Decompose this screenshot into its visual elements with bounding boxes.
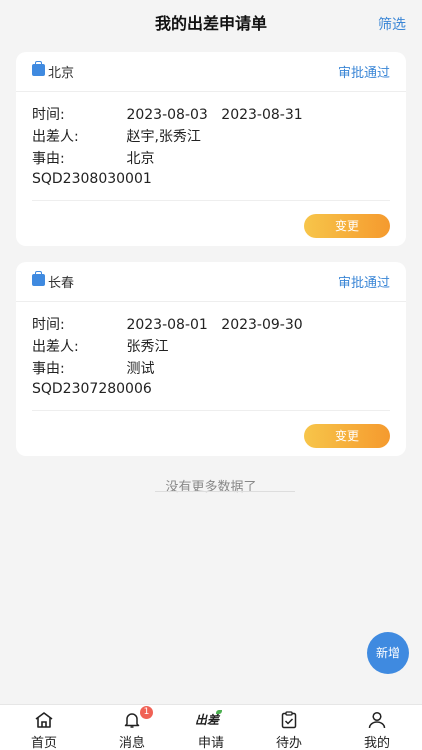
end-date: 2023-09-30 (221, 317, 303, 333)
reason-row: 事由: 北京 (32, 148, 154, 168)
time-label: 时间: (32, 317, 65, 333)
list-end-text: 没有更多数据了 (165, 480, 257, 495)
bottom-tab-bar: 首页 1 消息 出差 申请 待办 我的 (0, 704, 422, 750)
card-divider (32, 410, 390, 411)
reason-value: 北京 (126, 151, 155, 167)
list-end-underline (155, 491, 295, 492)
request-code: SQD2308030001 (32, 171, 152, 187)
request-code: SQD2307280006 (32, 381, 152, 397)
change-button[interactable]: 变更 (304, 424, 390, 448)
user-icon (368, 711, 386, 729)
card-divider (32, 200, 390, 201)
reason-label: 事由: (32, 151, 65, 167)
traveler-row: 出差人: 张秀江 (32, 336, 168, 356)
briefcase-icon (32, 61, 45, 76)
change-button[interactable]: 变更 (304, 214, 390, 238)
filter-button[interactable]: 筛选 (378, 14, 406, 34)
start-date: 2023-08-01 (126, 317, 208, 333)
request-card[interactable]: 长春 审批通过 时间: 2023-08-01 2023-09-30 出差人: 张… (16, 262, 406, 456)
unread-badge: 1 (140, 706, 153, 719)
chuchai-logo-icon: 出差 (195, 710, 223, 727)
reason-label: 事由: (32, 361, 65, 377)
time-row: 时间: 2023-08-01 2023-09-30 (32, 314, 303, 334)
tab-label: 待办 (275, 736, 302, 750)
tab-label: 申请 (197, 736, 224, 750)
traveler-label: 出差人: (32, 339, 79, 355)
page-title: 我的出差申请单 (154, 14, 267, 33)
request-card[interactable]: 北京 审批通过 时间: 2023-08-03 2023-08-31 出差人: 赵… (16, 52, 406, 246)
add-request-button[interactable]: 新增 (367, 632, 409, 674)
top-header: 我的出差申请单 筛选 (0, 0, 422, 42)
tab-label: 消息 (118, 736, 145, 750)
destination-city: 北京 (48, 66, 75, 81)
briefcase-icon (32, 271, 45, 286)
traveler-label: 出差人: (32, 129, 79, 145)
status-badge: 审批通过 (337, 276, 390, 291)
tab-label: 首页 (30, 736, 57, 750)
destination-city: 长春 (48, 276, 75, 291)
tab-label: 我的 (363, 736, 390, 750)
bell-icon (124, 713, 140, 728)
reason-row: 事由: 测试 (32, 358, 154, 378)
traveler-value: 赵宇,张秀江 (126, 129, 201, 145)
tab-todo[interactable]: 待办 (247, 705, 331, 750)
tab-apply[interactable]: 出差 申请 (169, 705, 253, 750)
reason-value: 测试 (126, 361, 155, 377)
traveler-value: 张秀江 (126, 339, 169, 355)
clipboard-check-icon (281, 711, 297, 729)
status-badge: 审批通过 (337, 66, 390, 81)
home-icon (35, 712, 53, 728)
end-date: 2023-08-31 (221, 107, 303, 123)
start-date: 2023-08-03 (126, 107, 208, 123)
traveler-row: 出差人: 赵宇,张秀江 (32, 126, 201, 146)
tab-profile[interactable]: 我的 (335, 705, 419, 750)
time-row: 时间: 2023-08-03 2023-08-31 (32, 104, 303, 124)
card-header: 北京 审批通过 (16, 52, 406, 92)
tab-messages[interactable]: 1 消息 (90, 705, 174, 750)
tab-home[interactable]: 首页 (2, 705, 86, 750)
time-label: 时间: (32, 107, 65, 123)
card-header: 长春 审批通过 (16, 262, 406, 302)
